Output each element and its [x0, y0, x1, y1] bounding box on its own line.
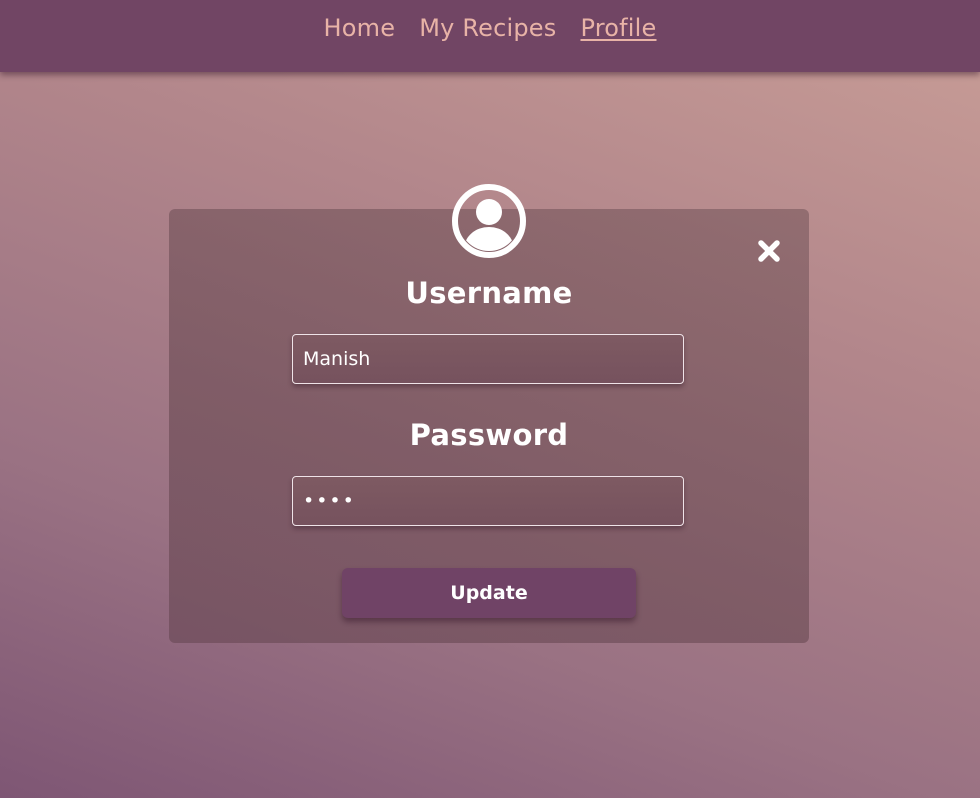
top-navbar: Home My Recipes Profile: [0, 0, 980, 72]
nav-link-profile[interactable]: Profile: [580, 14, 656, 42]
password-input[interactable]: [292, 476, 684, 526]
update-button[interactable]: Update: [342, 568, 636, 618]
nav-link-my-recipes[interactable]: My Recipes: [419, 14, 556, 42]
close-icon[interactable]: [756, 238, 782, 264]
username-input[interactable]: [292, 334, 684, 384]
user-circle-icon: [451, 183, 527, 259]
password-label: Password: [409, 418, 569, 452]
username-label: Username: [405, 276, 573, 310]
nav-link-home[interactable]: Home: [324, 14, 396, 42]
